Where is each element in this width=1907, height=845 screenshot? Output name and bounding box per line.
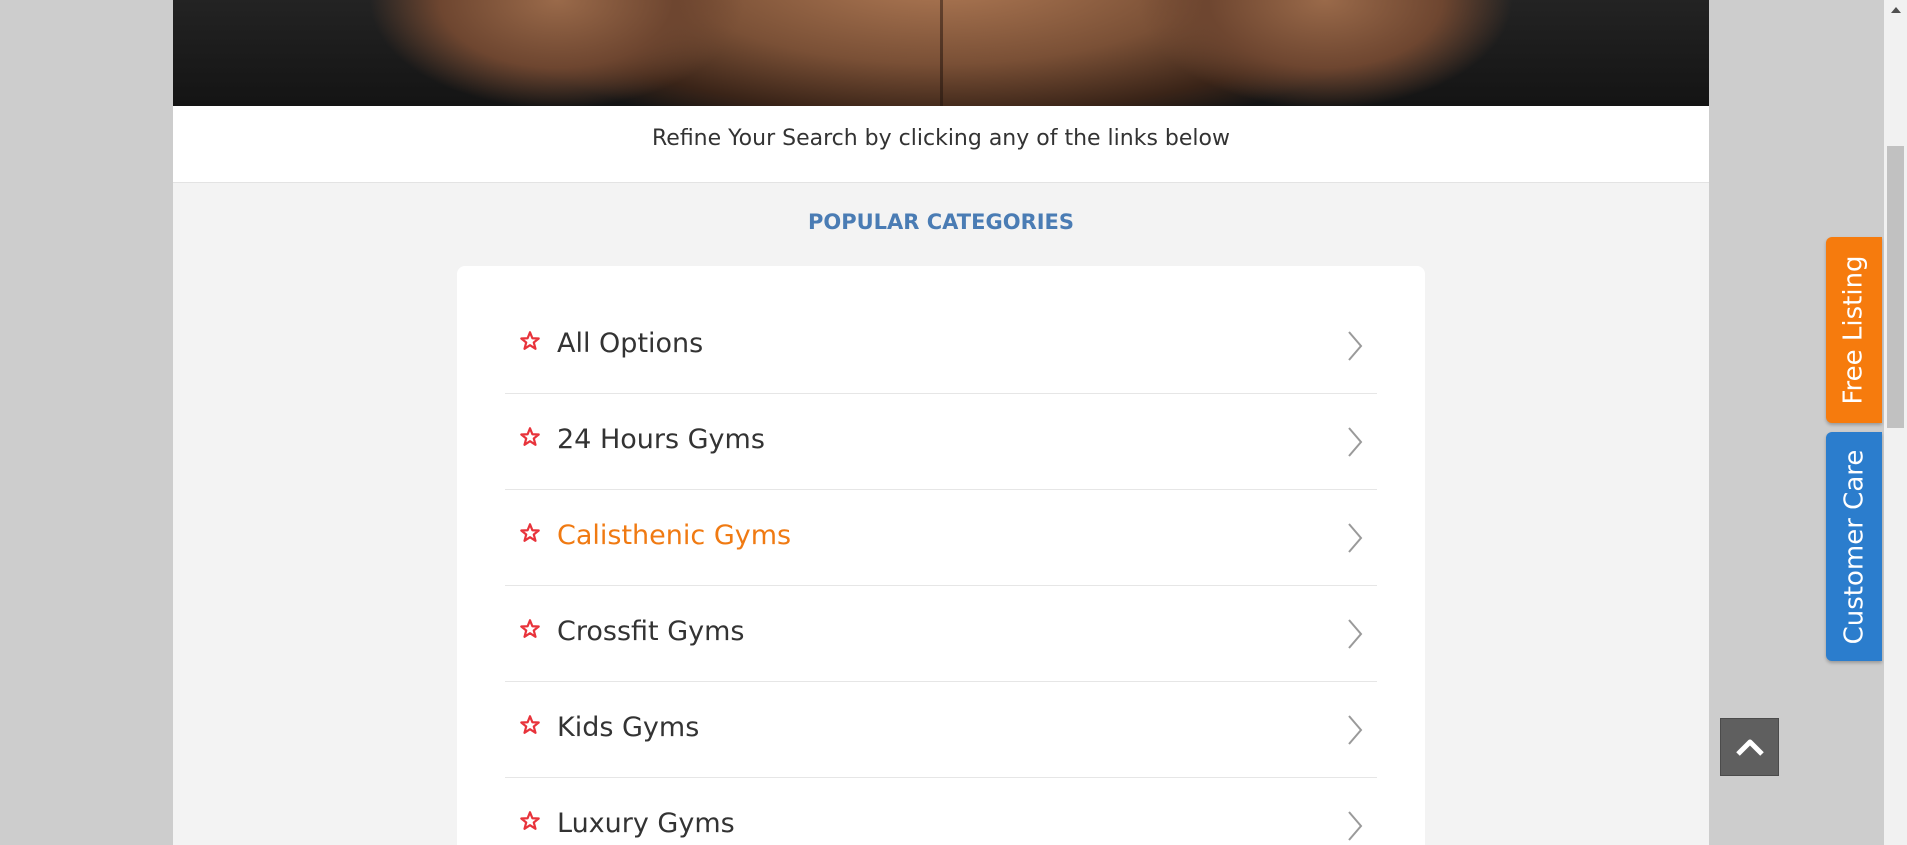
category-label: All Options	[557, 328, 704, 359]
vertical-scrollbar[interactable]	[1884, 0, 1907, 845]
star-outline-icon	[520, 523, 540, 542]
refine-bar: Refine Your Search by clicking any of th…	[173, 106, 1709, 183]
free-listing-tab[interactable]: Free Listing	[1826, 237, 1882, 423]
scroll-up-arrow[interactable]	[1884, 0, 1907, 20]
chevron-right-icon	[1348, 523, 1363, 553]
refine-search-text: Refine Your Search by clicking any of th…	[651, 125, 1230, 151]
category-label: Calisthenic Gyms	[557, 520, 792, 551]
category-item-24-hours-gyms[interactable]: 24 Hours Gyms	[505, 394, 1377, 490]
categories-card: All Options 24 Hours Gyms Calisthenic Gy…	[457, 266, 1425, 845]
category-item-calisthenic-gyms[interactable]: Calisthenic Gyms	[505, 490, 1377, 586]
customer-care-tab[interactable]: Customer Care	[1826, 432, 1882, 661]
category-label: 24 Hours Gyms	[557, 424, 765, 455]
chevron-up-icon	[1735, 739, 1764, 756]
category-label: Kids Gyms	[557, 712, 700, 743]
category-item-crossfit-gyms[interactable]: Crossfit Gyms	[505, 586, 1377, 682]
chevron-right-icon	[1348, 715, 1363, 745]
star-outline-icon	[520, 811, 540, 830]
star-outline-icon	[520, 331, 540, 350]
page-container: Refine Your Search by clicking any of th…	[173, 0, 1709, 845]
chevron-right-icon	[1348, 811, 1363, 841]
chevron-right-icon	[1348, 331, 1363, 361]
category-item-luxury-gyms[interactable]: Luxury Gyms	[505, 778, 1377, 845]
customer-care-label: Customer Care	[1839, 449, 1870, 644]
back-to-top-button[interactable]	[1720, 718, 1779, 776]
popular-categories-title: POPULAR CATEGORIES	[807, 210, 1075, 234]
categories-list: All Options 24 Hours Gyms Calisthenic Gy…	[505, 298, 1377, 845]
category-item-kids-gyms[interactable]: Kids Gyms	[505, 682, 1377, 778]
chevron-right-icon	[1348, 427, 1363, 457]
star-outline-icon	[520, 427, 540, 446]
star-outline-icon	[520, 619, 540, 638]
chevron-right-icon	[1348, 619, 1363, 649]
scrollbar-thumb[interactable]	[1887, 146, 1904, 428]
category-label: Luxury Gyms	[557, 808, 735, 839]
hero-banner-image	[173, 0, 1709, 106]
free-listing-label: Free Listing	[1839, 255, 1869, 405]
category-item-all-options[interactable]: All Options	[505, 298, 1377, 394]
star-outline-icon	[520, 715, 540, 734]
category-label: Crossfit Gyms	[557, 616, 745, 647]
triangle-up-icon	[1890, 7, 1901, 13]
hero-image-detail	[940, 0, 943, 106]
